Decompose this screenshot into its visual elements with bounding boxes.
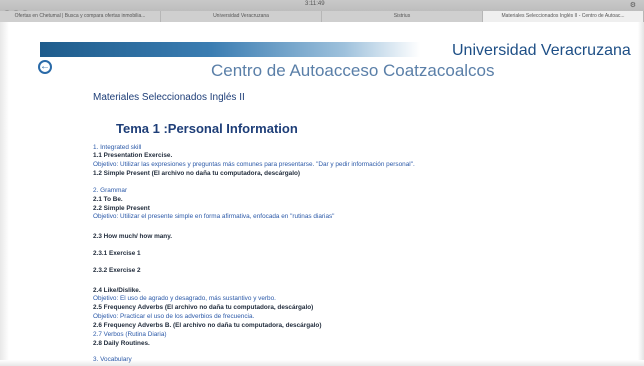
list-item[interactable]: 2.3.1 Exercise 1 [93,250,141,258]
list-item[interactable]: 3. Vocabulary [93,356,132,364]
tab-universidad[interactable]: Universidad Veracruzana [161,11,322,22]
back-arrow-icon[interactable]: ← [38,60,52,74]
settings-icon[interactable]: ⚙ [630,1,636,9]
list-item: Objetivo: Practicar el uso de los adverb… [93,313,255,320]
list-item: Objetivo: Utilizar las expresiones y pre… [93,161,415,168]
list-item[interactable]: 2.3 How much/ how many. [93,233,172,241]
list-item[interactable]: 1.2 Simple Present (El archivo no daña t… [93,170,300,178]
list-item[interactable]: 2.5 Frequency Adverbs (El archivo no dañ… [93,304,313,312]
list-item: Objetivo: Utilizar el presente simple en… [93,213,335,220]
tab-materiales[interactable]: Materiales Seleccionados Inglés II - Cen… [483,11,644,22]
tema-title: Tema 1 :Personal Information [116,121,298,136]
centro-title: Centro de Autoacceso Coatzacoalcos [211,61,495,80]
left-frame [0,22,9,366]
clock: 3:11:49 [305,1,325,7]
list-item[interactable]: 2.1 To Be. [93,196,123,204]
browser-chrome: 3:11:49 ⚙ Ofertas en Chetumal | Busca y … [0,0,644,22]
list-item[interactable]: 2.7 Verbos (Rutina Diaria) [93,331,167,339]
section-title: Materiales Seleccionados Inglés II [93,92,245,103]
tab-ofertas[interactable]: Ofertas en Chetumal | Busca y compara of… [0,11,161,22]
list-item[interactable]: 2.4 Like/Dislike. [93,287,141,295]
tab-strip: Ofertas en Chetumal | Busca y compara of… [0,11,644,22]
list-item[interactable]: 2. Grammar [93,187,127,195]
header-gradient-bar [40,42,420,57]
right-frame [638,22,644,366]
list-item[interactable]: 2.2 Simple Present [93,205,150,213]
list-item[interactable]: 2.3.2 Exercise 2 [93,267,141,275]
list-item: Objetivo: El uso de agrado y desagrado, … [93,295,276,302]
list-item[interactable]: 2.8 Daily Routines. [93,340,150,348]
list-item[interactable]: 1. Integrated skill [93,144,141,152]
list-item[interactable]: 2.6 Frequency Adverbs B. (El archivo no … [93,322,321,330]
list-item[interactable]: 1.1 Presentation Exercise. [93,152,172,160]
browser-title-bar: 3:11:49 ⚙ [0,0,644,16]
university-name: Universidad Veracruzana [452,42,631,59]
tab-sistrius[interactable]: Sistrius [322,11,483,22]
